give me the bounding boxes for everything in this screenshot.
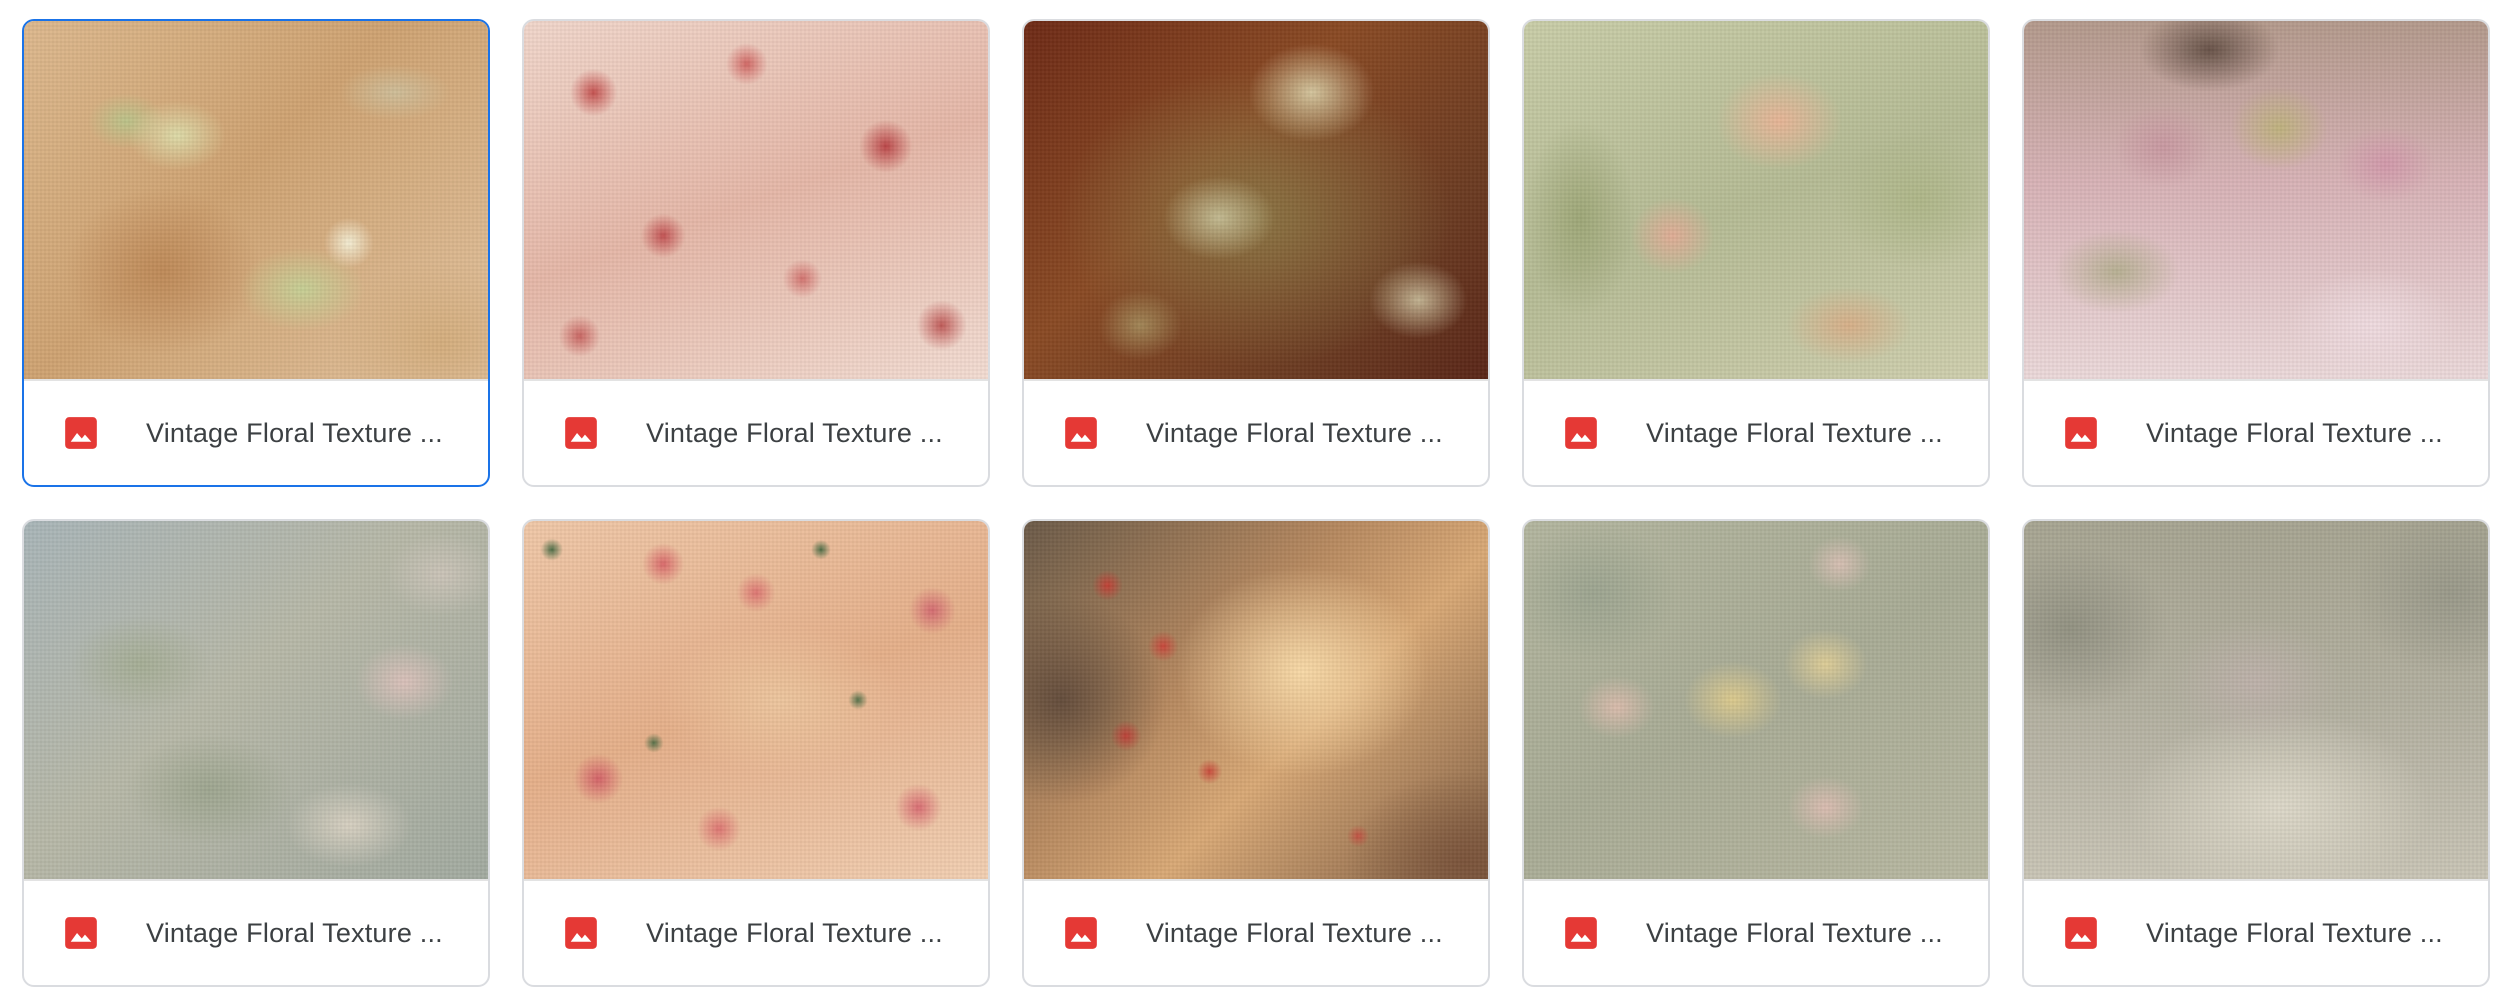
file-card[interactable]: Vintage Floral Texture ... [1022, 519, 1490, 987]
image-file-icon [65, 417, 97, 449]
floral-texture-image [2024, 21, 2488, 379]
floral-texture-image [1524, 521, 1988, 879]
image-file-icon [565, 917, 597, 949]
file-card[interactable]: Vintage Floral Texture ... [522, 519, 990, 987]
file-name: Vintage Floral Texture ... [1646, 917, 1943, 948]
file-name: Vintage Floral Texture ... [2146, 417, 2443, 448]
image-file-icon [65, 917, 97, 949]
image-file-icon [1565, 417, 1597, 449]
image-file-icon [2065, 417, 2097, 449]
file-meta: Vintage Floral Texture ... [2024, 381, 2488, 485]
file-card[interactable]: Vintage Floral Texture ... [522, 19, 990, 487]
file-card[interactable]: Vintage Floral Texture ... [22, 519, 490, 987]
file-name: Vintage Floral Texture ... [2146, 917, 2443, 948]
file-meta: Vintage Floral Texture ... [24, 381, 488, 485]
file-card[interactable]: Vintage Floral Texture ... [2022, 519, 2490, 987]
file-name: Vintage Floral Texture ... [1146, 917, 1443, 948]
file-meta: Vintage Floral Texture ... [524, 881, 988, 985]
file-grid: Vintage Floral Texture ... Vintage Flora… [22, 19, 2490, 987]
file-thumbnail [2024, 21, 2488, 379]
file-card[interactable]: Vintage Floral Texture ... [1022, 19, 1490, 487]
image-file-icon [565, 417, 597, 449]
file-thumbnail [1024, 521, 1488, 879]
floral-texture-image [1024, 521, 1488, 879]
file-meta: Vintage Floral Texture ... [24, 881, 488, 985]
file-thumbnail [1024, 21, 1488, 379]
floral-texture-image [2024, 521, 2488, 879]
file-name: Vintage Floral Texture ... [1146, 417, 1443, 448]
file-thumbnail [2024, 521, 2488, 879]
file-name: Vintage Floral Texture ... [146, 417, 443, 448]
file-name: Vintage Floral Texture ... [646, 917, 943, 948]
floral-texture-image [524, 21, 988, 379]
file-meta: Vintage Floral Texture ... [1524, 381, 1988, 485]
file-name: Vintage Floral Texture ... [1646, 417, 1943, 448]
file-name: Vintage Floral Texture ... [646, 417, 943, 448]
file-card[interactable]: Vintage Floral Texture ... [22, 19, 490, 487]
file-meta: Vintage Floral Texture ... [524, 381, 988, 485]
file-thumbnail [24, 521, 488, 879]
file-thumbnail [524, 21, 988, 379]
image-file-icon [1065, 917, 1097, 949]
floral-texture-image [24, 521, 488, 879]
file-name: Vintage Floral Texture ... [146, 917, 443, 948]
file-meta: Vintage Floral Texture ... [2024, 881, 2488, 985]
file-meta: Vintage Floral Texture ... [1024, 381, 1488, 485]
file-card[interactable]: Vintage Floral Texture ... [1522, 519, 1990, 987]
file-thumbnail [524, 521, 988, 879]
image-file-icon [1065, 417, 1097, 449]
floral-texture-image [524, 521, 988, 879]
file-meta: Vintage Floral Texture ... [1524, 881, 1988, 985]
file-thumbnail [24, 21, 488, 379]
file-thumbnail [1524, 21, 1988, 379]
floral-texture-image [1524, 21, 1988, 379]
image-file-icon [2065, 917, 2097, 949]
file-card[interactable]: Vintage Floral Texture ... [2022, 19, 2490, 487]
floral-texture-image [1024, 21, 1488, 379]
file-thumbnail [1524, 521, 1988, 879]
file-meta: Vintage Floral Texture ... [1024, 881, 1488, 985]
image-file-icon [1565, 917, 1597, 949]
file-card[interactable]: Vintage Floral Texture ... [1522, 19, 1990, 487]
floral-texture-image [24, 21, 488, 379]
